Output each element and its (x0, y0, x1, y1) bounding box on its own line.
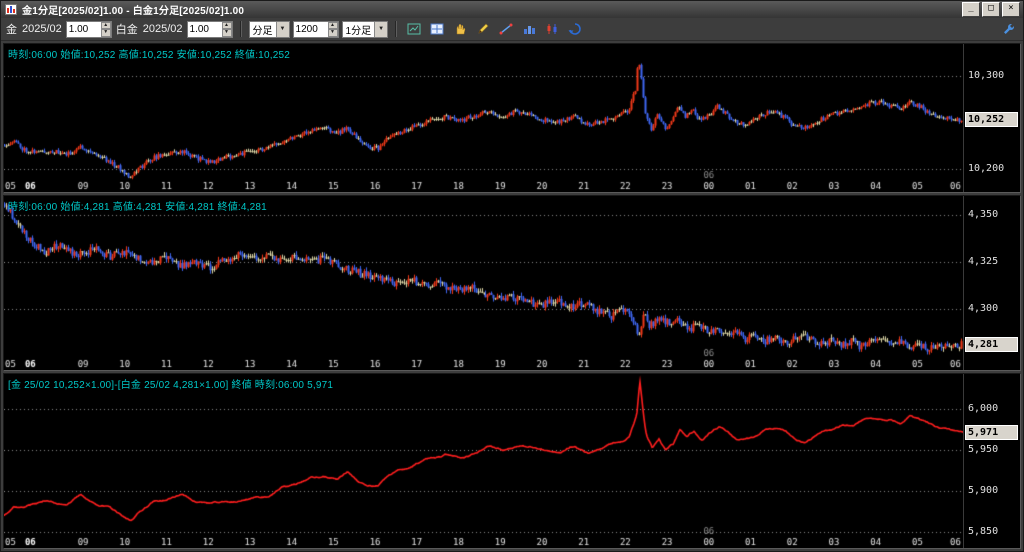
pencil-tool-button[interactable] (473, 20, 493, 38)
platinum-plot[interactable]: 時刻:06:00 始値:4,281 高値:4,281 安値:4,281 終値:4… (4, 196, 963, 371)
toolbar-separator (239, 21, 242, 37)
bar-count-input[interactable] (293, 21, 328, 37)
minimize-button[interactable]: _ (962, 2, 980, 17)
chart-panel-gold: 時刻:06:00 始値:10,252 高値:10,252 安値:10,252 終… (3, 43, 1021, 194)
candle-indicator-icon (547, 24, 557, 34)
close-button[interactable]: × (1002, 2, 1020, 17)
gold-multiplier-input[interactable] (66, 21, 101, 37)
period-type-dropdown[interactable]: 分足 ▼ (248, 20, 290, 38)
platinum-label: 白金 (115, 24, 138, 36)
gold-plot[interactable]: 時刻:06:00 始値:10,252 高値:10,252 安値:10,252 終… (4, 44, 963, 192)
platinum-multiplier-input[interactable] (187, 21, 222, 37)
settings-wrench-button[interactable] (999, 20, 1019, 38)
platinum-multiplier-up-icon[interactable]: ▲ (221, 21, 232, 29)
app-chart-icon (4, 4, 18, 16)
maximize-button[interactable]: □ (982, 2, 1000, 17)
spread-plot[interactable]: [金 25/02 10,252×1.00]-[白金 25/02 4,281×1.… (4, 374, 963, 548)
chart-window-button[interactable] (404, 20, 424, 38)
hand-tool-button[interactable] (450, 20, 470, 38)
platinum-price-axis: 4,350 4,325 4,300 4,281 (963, 196, 1020, 371)
spread-info-text: [金 25/02 10,252×1.00]-[白金 25/02 4,281×1.… (8, 380, 334, 392)
current-price-box: 5,971 (965, 424, 1018, 440)
bar-chart-button[interactable] (519, 20, 539, 38)
y-axis-label: 5,950 (968, 443, 999, 455)
period-type-value: 分足 (252, 25, 273, 37)
trendline-tool-button[interactable] (496, 20, 516, 38)
charts-container: 時刻:06:00 始値:10,252 高値:10,252 安値:10,252 終… (1, 41, 1023, 551)
refresh-button[interactable] (565, 20, 585, 38)
y-axis-label: 10,300 (968, 69, 1005, 81)
y-axis-label: 4,325 (968, 256, 999, 268)
y-axis-label: 5,900 (968, 484, 999, 496)
period-dropdown[interactable]: 1分足 ▼ (341, 20, 389, 38)
spread-canvas[interactable] (4, 374, 963, 548)
candle-indicator-button[interactable] (542, 20, 562, 38)
chart-window-icon (407, 23, 421, 35)
y-axis-label: 6,000 (968, 402, 999, 414)
window-title: 金1分足[2025/02]1.00 - 白金1分足[2025/02]1.00 (22, 6, 245, 17)
gold-label: 金 (6, 24, 17, 36)
y-axis-label: 4,300 (968, 303, 999, 315)
bar-count-down-icon[interactable]: ▼ (327, 29, 338, 37)
app-window: 金1分足[2025/02]1.00 - 白金1分足[2025/02]1.00 _… (0, 0, 1024, 552)
crosshair-icon (430, 23, 444, 35)
bar-count-up-icon[interactable]: ▲ (327, 21, 338, 29)
y-axis-label: 10,200 (968, 162, 1005, 174)
crosshair-button[interactable] (427, 20, 447, 38)
toolbar: 金 2025/02 ▲ ▼ 白金 2025/02 ▲ ▼ 分足 ▼ ▲ (1, 18, 1023, 41)
chart-panel-platinum: 時刻:06:00 始値:4,281 高値:4,281 安値:4,281 終値:4… (3, 195, 1021, 372)
gold-info-text: 時刻:06:00 始値:10,252 高値:10,252 安値:10,252 終… (8, 50, 290, 61)
gold-contract-label: 2025/02 (22, 23, 62, 35)
spread-price-axis: 6,000 5,950 5,900 5,850 5,971 (963, 374, 1020, 548)
period-type-dropdown-arrow-icon[interactable]: ▼ (275, 21, 289, 37)
y-axis-label: 4,350 (968, 209, 999, 221)
gold-multiplier-up-icon[interactable]: ▲ (100, 21, 111, 29)
current-price-box: 10,252 (965, 112, 1018, 128)
trendline-icon (499, 23, 513, 35)
platinum-info-text: 時刻:06:00 始値:4,281 高値:4,281 安値:4,281 終値:4… (8, 202, 267, 214)
period-value: 1分足 (345, 25, 372, 37)
platinum-multiplier-stepper: ▲ ▼ (186, 20, 233, 38)
gold-price-axis: 10,300 10,200 10,252 (963, 44, 1020, 193)
hand-icon (456, 23, 466, 35)
chart-panel-spread: [金 25/02 10,252×1.00]-[白金 25/02 4,281×1.… (3, 373, 1021, 549)
gold-multiplier-down-icon[interactable]: ▼ (100, 29, 111, 37)
gold-canvas[interactable] (4, 44, 963, 192)
bar-chart-icon (524, 26, 536, 34)
bar-count-stepper: ▲ ▼ (292, 20, 339, 38)
gold-multiplier-stepper: ▲ ▼ (65, 20, 112, 38)
toolbar-separator (395, 21, 398, 37)
y-axis-label: 5,850 (968, 525, 999, 537)
title-bar[interactable]: 金1分足[2025/02]1.00 - 白金1分足[2025/02]1.00 _… (1, 1, 1023, 18)
current-price-box: 4,281 (965, 337, 1018, 353)
pencil-icon (478, 23, 489, 34)
wrench-icon (1004, 24, 1014, 34)
platinum-contract-label: 2025/02 (142, 23, 183, 35)
refresh-icon (568, 23, 581, 35)
period-dropdown-arrow-icon[interactable]: ▼ (374, 21, 388, 37)
platinum-multiplier-down-icon[interactable]: ▼ (221, 29, 232, 37)
platinum-canvas[interactable] (4, 196, 963, 371)
